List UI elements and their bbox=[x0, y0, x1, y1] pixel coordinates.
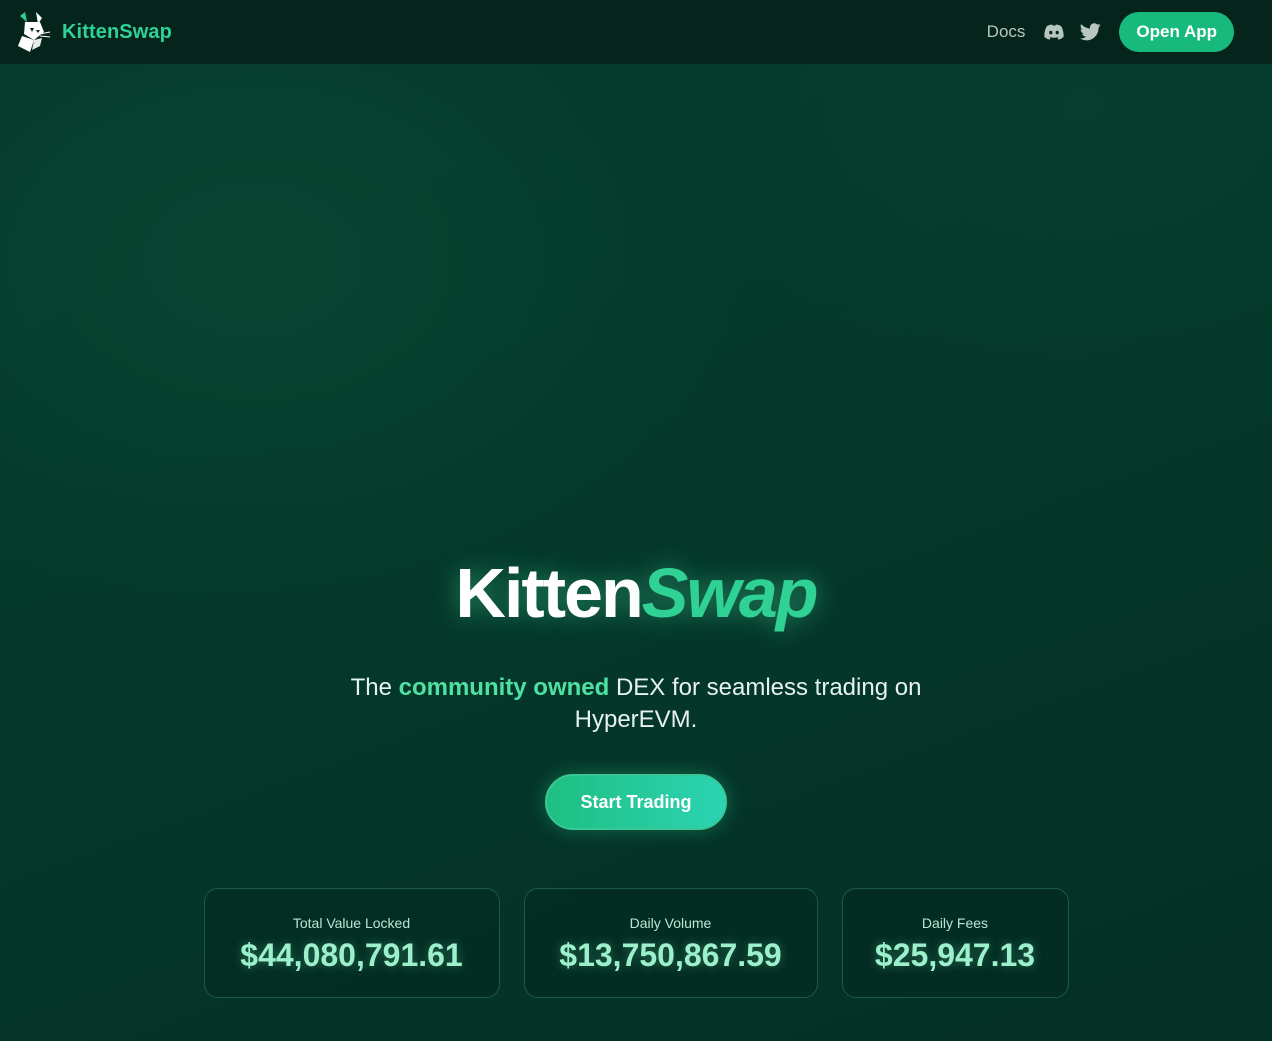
header-nav: Docs Open App bbox=[987, 12, 1234, 52]
start-trading-button[interactable]: Start Trading bbox=[545, 774, 727, 830]
brand-name: KittenSwap bbox=[62, 20, 172, 43]
hero-tagline: The community owned DEX for seamless tra… bbox=[336, 672, 936, 736]
hero-title-kitten: Kitten bbox=[455, 554, 643, 632]
top-navbar: KittenSwap Docs Open App bbox=[0, 0, 1272, 64]
hero-section: KittenSwap The community owned DEX for s… bbox=[0, 548, 1272, 830]
stat-card-tvl: Total Value Locked $44,080,791.61 bbox=[203, 888, 500, 998]
stat-value: $25,947.13 bbox=[874, 937, 1036, 973]
stats-row: Total Value Locked $44,080,791.61 Daily … bbox=[0, 888, 1272, 998]
background-glow bbox=[0, 0, 1272, 1041]
discord-icon[interactable] bbox=[1043, 21, 1065, 43]
tagline-suffix: DEX for seamless trading on HyperEVM. bbox=[574, 674, 922, 733]
stat-label: Total Value Locked bbox=[292, 915, 411, 931]
hero-title-swap: Swap bbox=[641, 554, 819, 632]
stat-label: Daily Fees bbox=[921, 915, 989, 931]
stat-card-daily-fees: Daily Fees $25,947.13 bbox=[841, 888, 1069, 998]
cat-logo-icon bbox=[18, 12, 51, 52]
stat-value: $44,080,791.61 bbox=[240, 937, 463, 973]
stat-label: Daily Volume bbox=[629, 915, 712, 931]
open-app-button[interactable]: Open App bbox=[1119, 12, 1234, 52]
docs-link[interactable]: Docs bbox=[987, 22, 1026, 42]
tagline-highlight: community owned bbox=[398, 674, 610, 701]
stat-card-daily-volume: Daily Volume $13,750,867.59 bbox=[523, 888, 818, 998]
stat-value: $13,750,867.59 bbox=[559, 937, 782, 973]
brand-link[interactable]: KittenSwap bbox=[16, 10, 172, 54]
hero-title: KittenSwap bbox=[0, 548, 1272, 638]
twitter-icon[interactable] bbox=[1079, 21, 1101, 43]
tagline-prefix: The bbox=[350, 674, 399, 701]
